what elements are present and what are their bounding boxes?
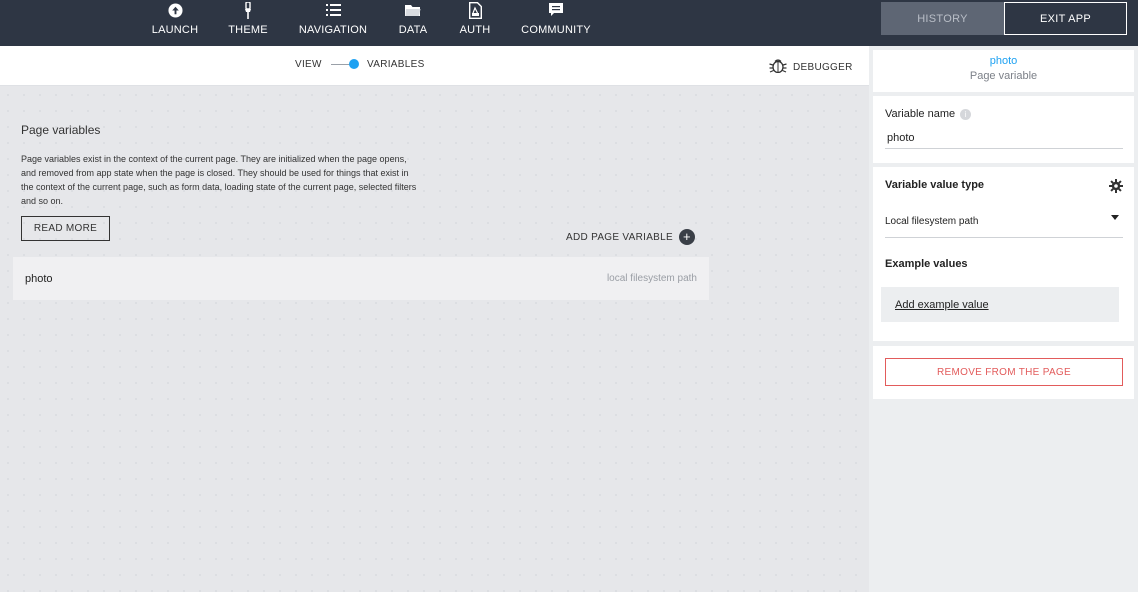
variable-type-selected: Local filesystem path <box>885 216 979 227</box>
selected-variable-name: photo <box>989 55 1018 67</box>
chat-bubble-icon <box>548 2 564 18</box>
variable-name-label: Variable name i <box>885 108 972 120</box>
nav-community[interactable]: COMMUNITY <box>520 0 592 46</box>
variable-name-input[interactable]: photo <box>885 132 1123 149</box>
debugger-button[interactable]: DEBUGGER <box>769 58 853 76</box>
nav-navigation[interactable]: NAVIGATION <box>298 0 368 46</box>
folder-icon <box>405 2 421 18</box>
variable-name: photo <box>25 272 53 285</box>
bug-icon <box>769 58 787 76</box>
list-icon <box>325 2 341 18</box>
remove-card: REMOVE FROM THE PAGE <box>873 346 1134 399</box>
add-example-value-link[interactable]: Add example value <box>895 299 989 311</box>
variable-name-card: Variable name i photo <box>873 96 1134 163</box>
remove-from-page-button[interactable]: REMOVE FROM THE PAGE <box>885 358 1123 386</box>
toggle-variables-label[interactable]: VARIABLES <box>367 59 425 70</box>
selected-variable-subtitle: Page variable <box>969 70 1038 82</box>
toggle-view-label[interactable]: VIEW <box>295 59 322 70</box>
nav-launch[interactable]: LAUNCH <box>152 0 198 46</box>
nav-label: AUTH <box>459 24 491 36</box>
toggle-knob[interactable] <box>349 59 359 69</box>
paintbrush-icon <box>240 1 256 19</box>
page-title: Page variables <box>21 123 101 137</box>
variable-header-card: photo Page variable <box>873 50 1134 92</box>
nav-auth[interactable]: AUTH <box>458 0 492 46</box>
page-description: Page variables exist in the context of t… <box>21 154 417 206</box>
variable-type-card: Variable value type Local filesystem pat… <box>873 167 1134 341</box>
variable-type-label: Variable value type <box>885 179 985 191</box>
add-page-variable-label: ADD PAGE VARIABLE <box>566 231 673 243</box>
top-nav-bar: LAUNCH THEME NAVIGATION DATA AUTH COMMUN… <box>0 0 1138 46</box>
read-more-button[interactable]: READ MORE <box>21 216 110 241</box>
add-example-box: Add example value <box>881 287 1119 322</box>
gear-icon[interactable] <box>1109 179 1123 193</box>
canvas-toolbar: VIEW VARIABLES DEBUGGER <box>0 46 869 86</box>
debugger-label: DEBUGGER <box>793 61 853 73</box>
plus-icon: + <box>679 229 695 245</box>
nav-theme[interactable]: THEME <box>228 0 268 46</box>
variable-type: local filesystem path <box>606 273 697 284</box>
nav-label: NAVIGATION <box>298 24 368 36</box>
nav-label: LAUNCH <box>151 24 199 36</box>
file-lock-icon <box>467 1 483 19</box>
caret-down-icon <box>1111 215 1119 220</box>
variable-name-label-text: Variable name <box>885 108 956 120</box>
nav-label: COMMUNITY <box>521 24 591 36</box>
nav-label: THEME <box>228 24 268 36</box>
variable-properties-panel: photo Page variable Variable name i phot… <box>869 46 1138 592</box>
exit-app-button[interactable]: EXIT APP <box>1004 2 1127 35</box>
variable-type-select[interactable]: Local filesystem path <box>885 215 1123 238</box>
variable-list-item[interactable]: photo local filesystem path <box>13 257 709 300</box>
page-variables-canvas: Page variables Page variables exist in t… <box>0 87 869 592</box>
history-button[interactable]: HISTORY <box>881 2 1004 35</box>
add-page-variable-button[interactable]: ADD PAGE VARIABLE + <box>566 229 695 245</box>
info-icon[interactable]: i <box>960 108 972 120</box>
nav-label: DATA <box>398 24 428 36</box>
example-values-label: Example values <box>885 258 968 270</box>
arrow-up-circle-icon <box>167 2 183 18</box>
nav-data[interactable]: DATA <box>397 0 429 46</box>
